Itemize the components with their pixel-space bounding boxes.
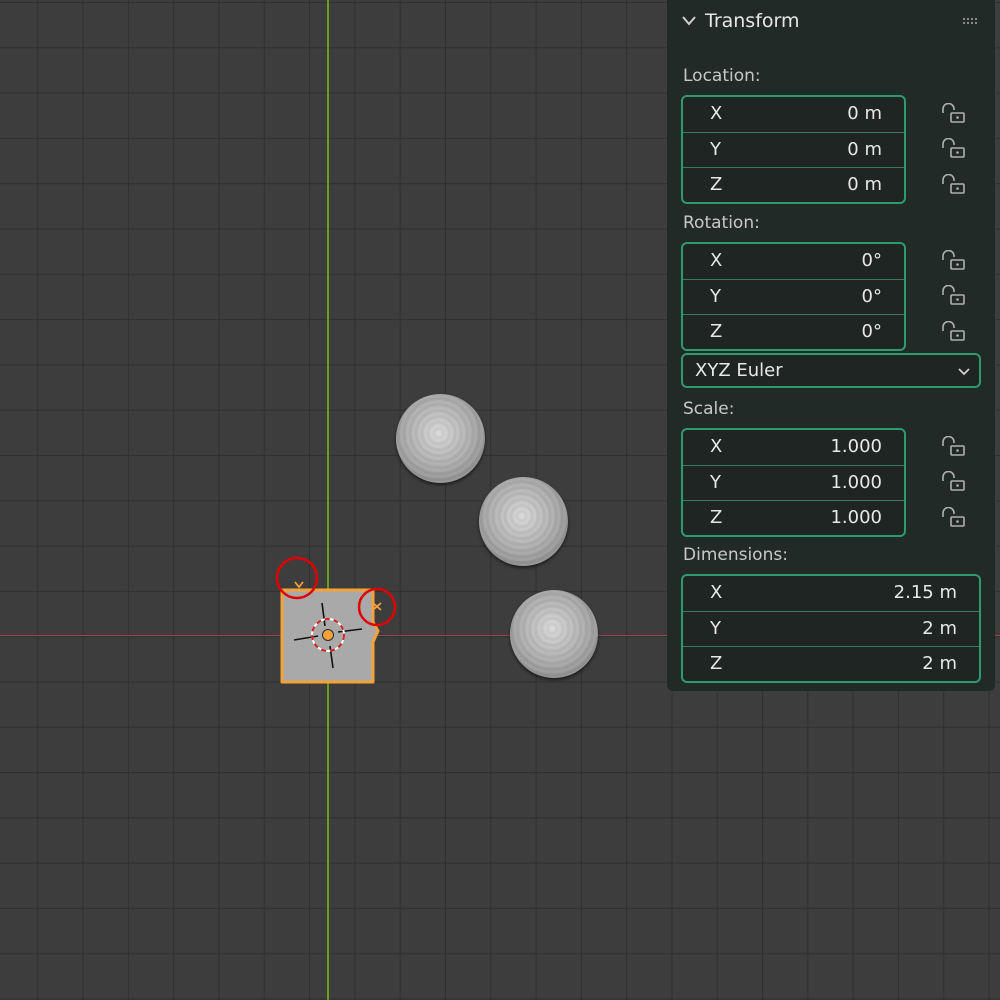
- unlock-icon[interactable]: [939, 103, 967, 123]
- location-x-field[interactable]: X 0 m: [683, 97, 904, 132]
- rotation-mode-value: XYZ Euler: [695, 360, 783, 381]
- axis-label: Z: [710, 174, 723, 195]
- rotation-z-field[interactable]: Z 0°: [683, 314, 904, 349]
- unlock-icon[interactable]: [939, 507, 967, 527]
- scale-x-field[interactable]: X 1.000: [683, 430, 904, 465]
- location-label: Location:: [683, 66, 761, 86]
- dimensions-z-field[interactable]: Z 2 m: [683, 646, 979, 681]
- rotation-y-field[interactable]: Y 0°: [683, 279, 904, 314]
- unlock-icon[interactable]: [939, 174, 967, 194]
- dimensions-x-field[interactable]: X 2.15 m: [683, 576, 979, 611]
- field-value: 1.000: [830, 507, 882, 528]
- axis-label: Y: [710, 472, 721, 493]
- rotation-mode-dropdown[interactable]: XYZ Euler: [681, 353, 981, 388]
- unlock-icon[interactable]: [939, 321, 967, 341]
- field-value: 1.000: [830, 436, 882, 457]
- axis-label: X: [710, 436, 723, 457]
- scale-y-field[interactable]: Y 1.000: [683, 465, 904, 500]
- panel-title: Transform: [705, 10, 800, 32]
- axis-label: Z: [710, 653, 723, 674]
- chevron-down-icon: [958, 368, 970, 376]
- location-y-field[interactable]: Y 0 m: [683, 132, 904, 167]
- dimensions-y-field[interactable]: Y 2 m: [683, 611, 979, 646]
- rotation-x-field[interactable]: X 0°: [683, 244, 904, 279]
- axis-label: Z: [710, 321, 723, 342]
- unlock-icon[interactable]: [939, 471, 967, 491]
- field-value: 0°: [861, 250, 882, 271]
- field-value: 2.15 m: [893, 582, 957, 603]
- field-value: 1.000: [830, 472, 882, 493]
- axis-label: X: [710, 103, 723, 124]
- unlock-icon[interactable]: [939, 138, 967, 158]
- rotation-label: Rotation:: [683, 213, 760, 233]
- axis-label: Y: [710, 618, 721, 639]
- axis-label: Z: [710, 507, 723, 528]
- chevron-down-icon[interactable]: [681, 15, 697, 27]
- grip-icon[interactable]: [963, 18, 979, 26]
- axis-label: Y: [710, 139, 721, 160]
- scale-fields: X 1.000 Y 1.000 Z 1.000: [681, 428, 906, 537]
- unlock-icon[interactable]: [939, 285, 967, 305]
- field-value: 0 m: [847, 103, 882, 124]
- axis-label: X: [710, 582, 723, 603]
- vertex-marker-top: [294, 581, 304, 589]
- unlock-icon[interactable]: [939, 436, 967, 456]
- unlock-icon[interactable]: [939, 250, 967, 270]
- dimensions-fields: X 2.15 m Y 2 m Z 2 m: [681, 574, 981, 683]
- field-value: 2 m: [922, 653, 957, 674]
- scale-label: Scale:: [683, 399, 735, 419]
- location-z-field[interactable]: Z 0 m: [683, 167, 904, 202]
- panel-header[interactable]: Transform: [667, 0, 995, 46]
- axis-label: X: [710, 250, 723, 271]
- field-value: 0 m: [847, 174, 882, 195]
- location-fields: X 0 m Y 0 m Z 0 m: [681, 95, 906, 204]
- dimensions-label: Dimensions:: [683, 545, 788, 565]
- field-value: 0°: [861, 321, 882, 342]
- axis-label: Y: [710, 286, 721, 307]
- field-value: 0°: [861, 286, 882, 307]
- scale-z-field[interactable]: Z 1.000: [683, 500, 904, 535]
- field-value: 2 m: [922, 618, 957, 639]
- transform-panel: Transform Location: X 0 m Y 0 m Z 0 m Ro…: [667, 0, 995, 691]
- field-value: 0 m: [847, 139, 882, 160]
- rotation-fields: X 0° Y 0° Z 0°: [681, 242, 906, 351]
